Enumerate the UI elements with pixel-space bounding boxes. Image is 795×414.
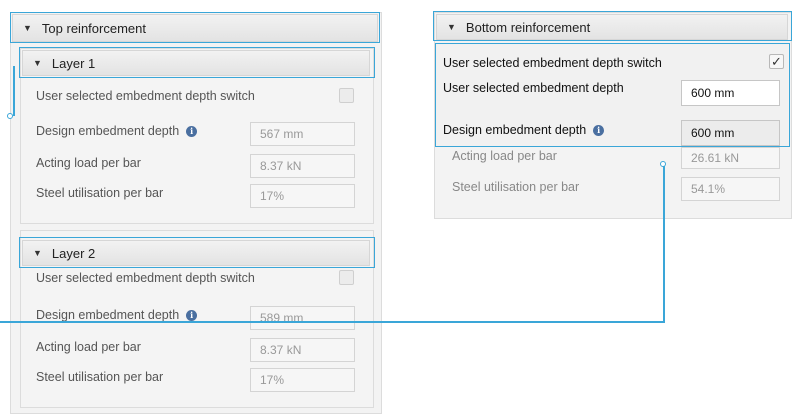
layer2-embedment-label: Design embedment depth i	[36, 308, 198, 322]
info-icon[interactable]: i	[186, 126, 198, 138]
layer1-title: Layer 1	[51, 55, 96, 71]
bottom-embedment-label-text: Design embedment depth	[443, 123, 587, 137]
layer1-header[interactable]: ▼ Layer 1	[22, 50, 370, 76]
layer2-switch-label: User selected embedment depth switch	[36, 271, 255, 285]
bottom-load-field: 26.61 kN	[681, 147, 780, 169]
layer2-load-field: 8.37 kN	[250, 338, 355, 362]
bottom-load-label: Acting load per bar	[452, 149, 557, 163]
bottom-switch-label: User selected embedment depth switch	[443, 56, 662, 70]
collapse-caret-icon: ▼	[447, 22, 456, 32]
callout-line-bottom-horizontal	[0, 321, 665, 323]
callout-dot-bottom	[660, 161, 666, 167]
bottom-reinforcement-title: Bottom reinforcement	[465, 19, 591, 35]
info-icon[interactable]: i	[593, 125, 605, 137]
layer1-embedment-label: Design embedment depth i	[36, 124, 198, 138]
bottom-user-depth-input[interactable]: 600 mm	[681, 80, 780, 106]
layer2-embedment-field: 589 mm	[250, 306, 355, 330]
bottom-embedment-field: 600 mm	[681, 120, 780, 146]
layer1-embedment-label-text: Design embedment depth	[36, 124, 180, 138]
layer1-load-field: 8.37 kN	[250, 154, 355, 178]
collapse-caret-icon: ▼	[33, 248, 42, 258]
layer1-embedment-field: 567 mm	[250, 122, 355, 146]
info-icon[interactable]: i	[186, 310, 198, 322]
layer2-util-label: Steel utilisation per bar	[36, 370, 164, 384]
callout-line-left-vertical	[13, 66, 15, 116]
layer1-util-label: Steel utilisation per bar	[36, 186, 164, 200]
top-reinforcement-header[interactable]: ▼ Top reinforcement	[12, 14, 378, 42]
bottom-util-label: Steel utilisation per bar	[452, 180, 580, 194]
bottom-embedment-switch-checkbox[interactable]: ✓	[769, 54, 784, 69]
layer2-embedment-switch-checkbox[interactable]	[339, 270, 354, 285]
layer1-switch-label: User selected embedment depth switch	[36, 89, 255, 103]
callout-dot-left	[7, 113, 13, 119]
layer1-embedment-switch-checkbox[interactable]	[339, 88, 354, 103]
bottom-util-field: 54.1%	[681, 177, 780, 201]
layer1-util-field: 17%	[250, 184, 355, 208]
callout-line-bottom-vertical	[663, 166, 665, 323]
layer1-load-label: Acting load per bar	[36, 156, 141, 170]
bottom-embedment-label: Design embedment depth i	[443, 123, 605, 137]
layer2-util-field: 17%	[250, 368, 355, 392]
collapse-caret-icon: ▼	[23, 23, 32, 33]
layer2-load-label: Acting load per bar	[36, 340, 141, 354]
bottom-reinforcement-header[interactable]: ▼ Bottom reinforcement	[436, 14, 788, 40]
top-reinforcement-title: Top reinforcement	[41, 20, 146, 36]
collapse-caret-icon: ▼	[33, 58, 42, 68]
layer2-embedment-label-text: Design embedment depth	[36, 308, 180, 322]
bottom-user-depth-label: User selected embedment depth	[443, 81, 624, 95]
layer2-header[interactable]: ▼ Layer 2	[22, 240, 370, 266]
layer2-title: Layer 2	[51, 245, 96, 261]
